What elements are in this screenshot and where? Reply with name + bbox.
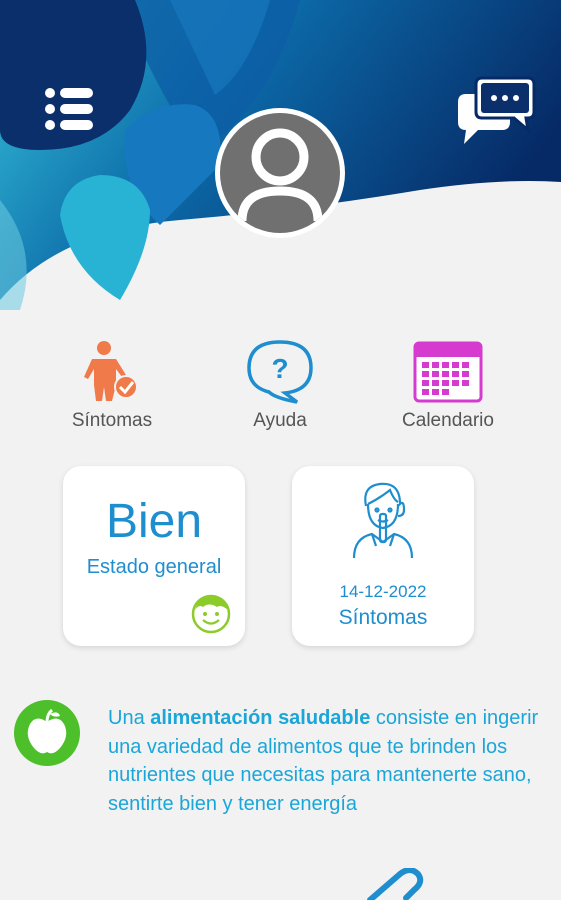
estado-value: Bien xyxy=(105,495,203,548)
help-question-icon: ? xyxy=(247,340,313,404)
paperclip-icon xyxy=(367,868,424,900)
sintomas-card[interactable]: 14-12-2022 Síntomas xyxy=(292,466,474,646)
shortcut-label: Calendario xyxy=(402,410,494,431)
shortcut-ayuda[interactable]: ? Ayuda xyxy=(205,336,355,432)
shortcut-label: Síntomas xyxy=(71,410,153,431)
smiley-face-icon xyxy=(191,594,231,634)
shortcut-calendario[interactable]: Calendario xyxy=(373,336,523,432)
person-check-icon xyxy=(84,341,138,401)
menu-button[interactable] xyxy=(30,78,100,140)
list-menu-icon xyxy=(45,88,93,130)
user-avatar-icon xyxy=(237,128,323,222)
shortcut-label: Ayuda xyxy=(253,410,307,431)
sintomas-label: Síntomas xyxy=(338,606,428,629)
calendar-icon xyxy=(413,341,483,403)
estado-label: Estado general xyxy=(86,556,222,578)
shortcut-sintomas[interactable]: Síntomas xyxy=(37,336,187,432)
doctor-icon xyxy=(352,482,414,559)
chat-button[interactable] xyxy=(452,76,536,150)
user-avatar[interactable] xyxy=(215,108,345,238)
sintomas-date: 14-12-2022 xyxy=(339,582,427,601)
apple-icon xyxy=(14,700,80,766)
chat-bubbles-icon xyxy=(458,76,536,144)
svg-text:?: ? xyxy=(271,353,288,384)
nutrition-tip: Una alimentación saludable consiste en i… xyxy=(108,704,548,818)
tip-highlight: alimentación saludable xyxy=(150,707,371,729)
estado-general-card[interactable]: Bien Estado general xyxy=(63,466,245,646)
tip-prefix: Una xyxy=(108,707,151,729)
